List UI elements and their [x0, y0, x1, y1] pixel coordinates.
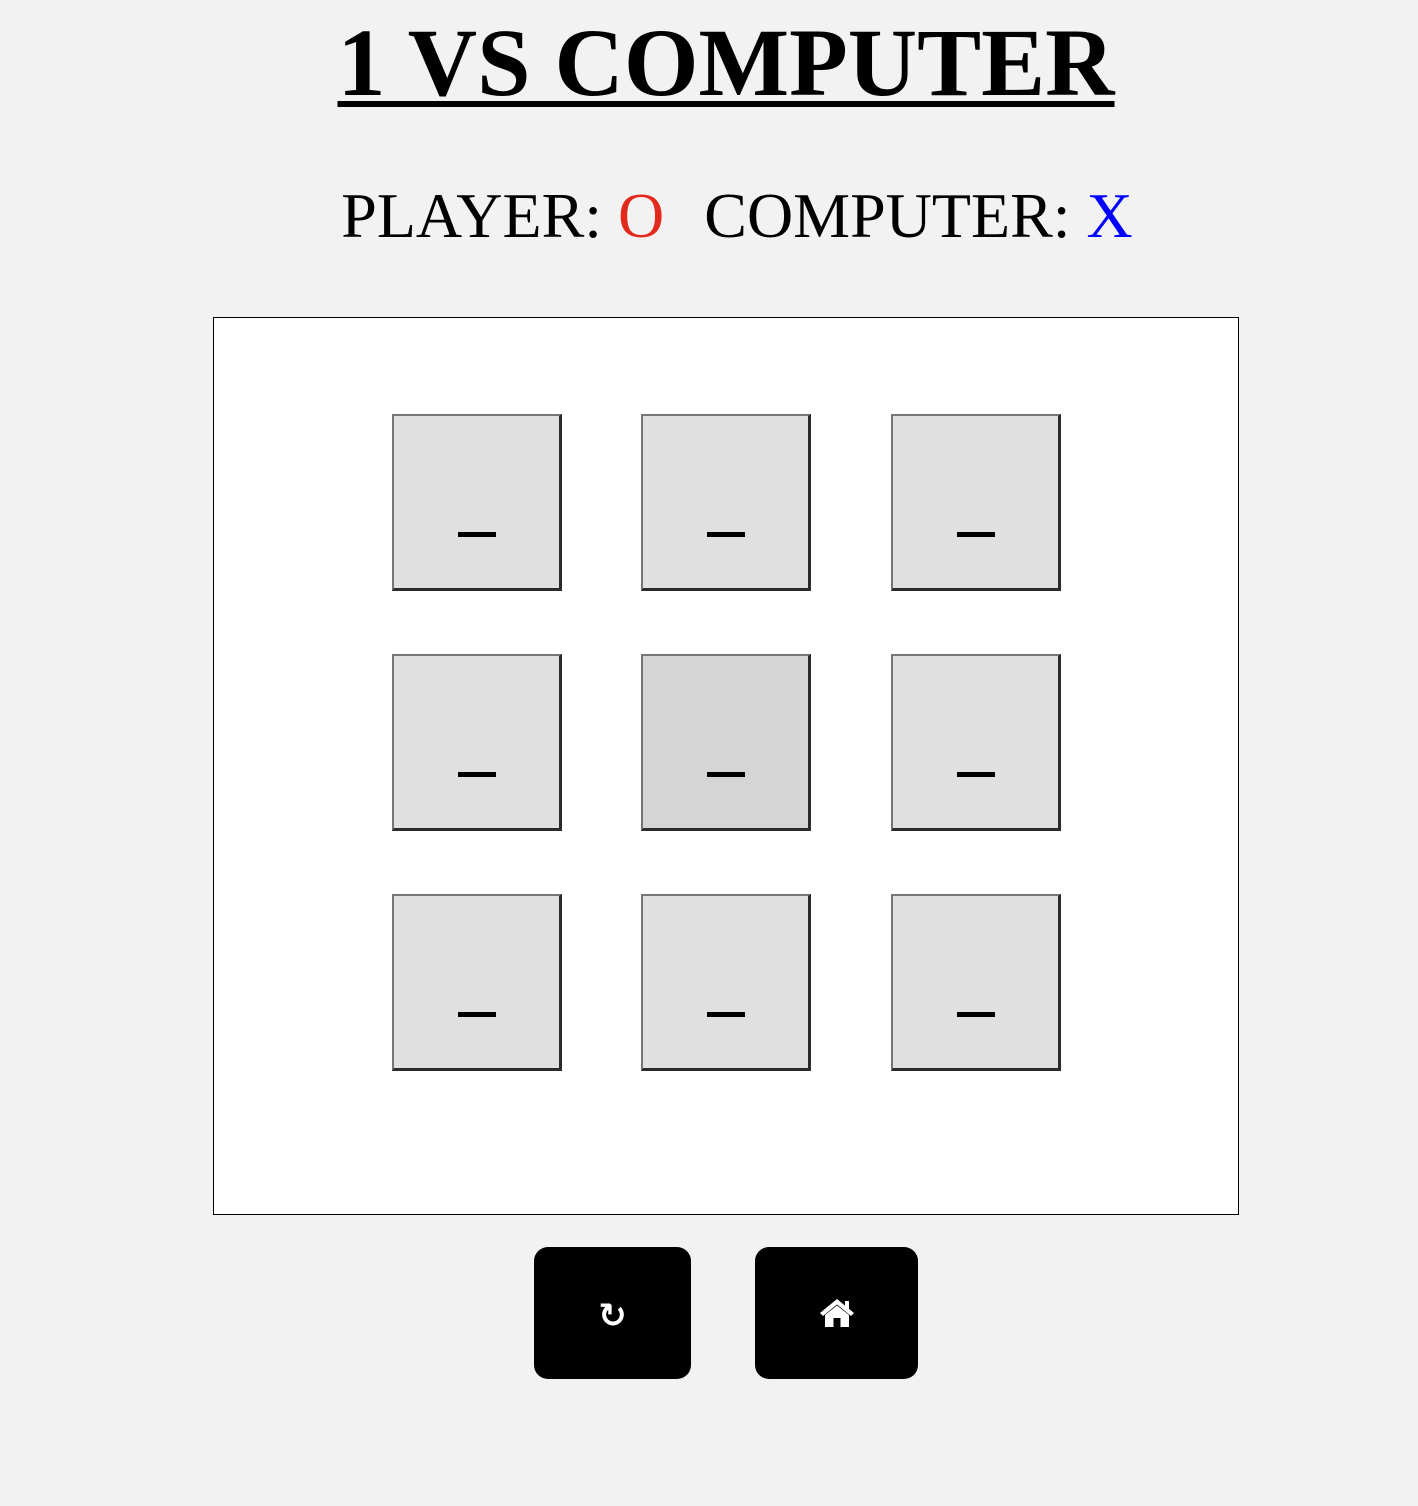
- empty-cell-dash: [707, 1012, 745, 1017]
- page-title: 1 VS COMPUTER: [337, 9, 1115, 116]
- board-cell-2[interactable]: _: [641, 414, 811, 591]
- player-info: PLAYER: O COMPUTER: X: [0, 178, 1418, 254]
- board-cell-3[interactable]: _: [891, 414, 1061, 591]
- empty-cell-dash: [957, 532, 995, 537]
- board-cell-4[interactable]: _: [392, 654, 562, 831]
- empty-cell-dash: [458, 532, 496, 537]
- board-cell-5[interactable]: _: [641, 654, 811, 831]
- player-label: PLAYER:: [341, 180, 603, 251]
- game-page: 1 VS COMPUTER PLAYER: O COMPUTER: X _ _ _…: [0, 0, 1418, 1506]
- computer-mark: X: [1086, 180, 1133, 251]
- home-icon: [819, 1297, 855, 1329]
- empty-cell-dash: [707, 772, 745, 777]
- empty-cell-dash: [458, 772, 496, 777]
- board-cell-9[interactable]: _: [891, 894, 1061, 1071]
- game-board: _ _ _ _ _ _ _ _ _: [213, 317, 1239, 1215]
- restart-button[interactable]: ↻: [534, 1247, 691, 1379]
- empty-cell-dash: [957, 772, 995, 777]
- home-button[interactable]: [755, 1247, 918, 1379]
- empty-cell-dash: [458, 1012, 496, 1017]
- board-cell-8[interactable]: _: [641, 894, 811, 1071]
- player-mark: O: [618, 180, 665, 251]
- board-cell-7[interactable]: _: [392, 894, 562, 1071]
- empty-cell-dash: [707, 532, 745, 537]
- board-cell-6[interactable]: _: [891, 654, 1061, 831]
- computer-label: COMPUTER:: [704, 180, 1071, 251]
- restart-icon: ↻: [598, 1296, 627, 1336]
- board-cell-1[interactable]: _: [392, 414, 562, 591]
- empty-cell-dash: [957, 1012, 995, 1017]
